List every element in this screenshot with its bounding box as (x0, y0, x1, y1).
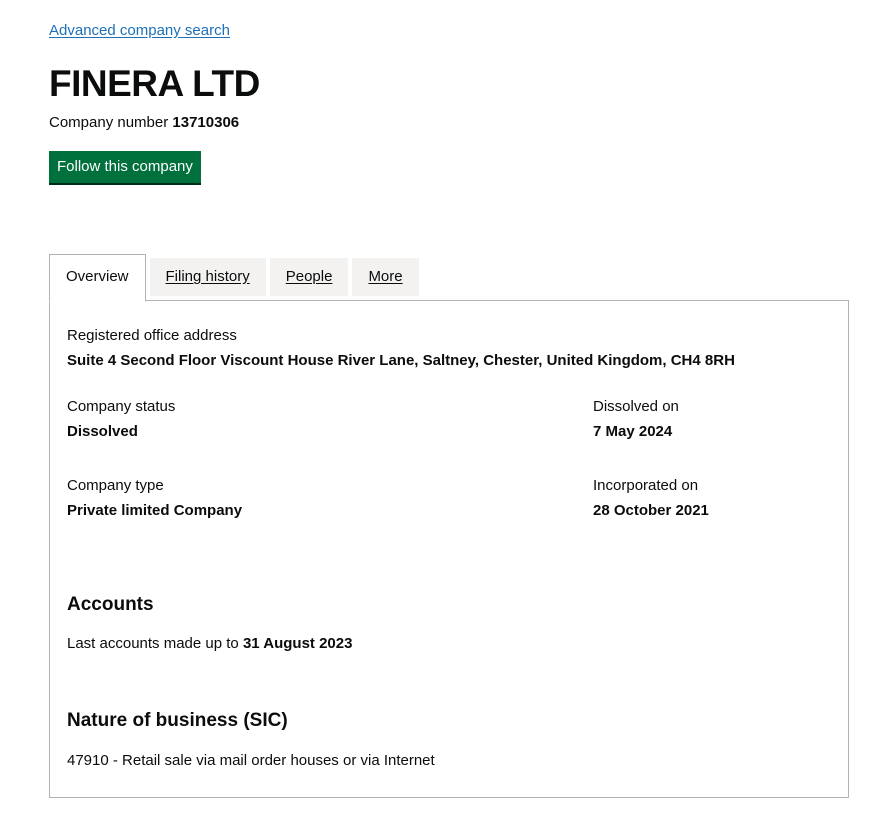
company-number: Company number 13710306 (49, 114, 239, 131)
company-status-value: Dissolved (67, 423, 138, 440)
registered-office-value: Suite 4 Second Floor Viscount House Rive… (67, 352, 735, 369)
tab-people[interactable]: People (269, 258, 349, 296)
follow-company-button[interactable]: Follow this company (49, 151, 201, 185)
incorporated-on-value: 28 October 2021 (593, 502, 709, 519)
tab-overview[interactable]: Overview (49, 254, 146, 302)
incorporated-on-label: Incorporated on (593, 477, 699, 494)
company-status-label: Company status (67, 398, 176, 415)
sic-heading: Nature of business (SIC) (67, 710, 288, 731)
advanced-search-link[interactable]: Advanced company search (49, 22, 230, 39)
company-number-value: 13710306 (172, 114, 240, 131)
company-type-value: Private limited Company (67, 502, 243, 519)
dissolved-on-value: 7 May 2024 (593, 423, 673, 440)
tab-more[interactable]: More (352, 258, 419, 296)
overview-panel: Registered office address Suite 4 Second… (49, 300, 849, 798)
company-number-label: Company number (49, 114, 169, 131)
accounts-text: Last accounts made up to 31 August 2023 (67, 635, 352, 652)
dissolved-on-label: Dissolved on (593, 398, 679, 415)
tab-filing-history[interactable]: Filing history (149, 258, 266, 296)
accounts-heading: Accounts (67, 594, 154, 615)
accounts-text-label: Last accounts made up to (67, 635, 239, 652)
company-tabs: Overview Filing history People More (49, 254, 423, 302)
company-type-label: Company type (67, 477, 164, 494)
accounts-date: 31 August 2023 (242, 635, 353, 652)
sic-text: 47910 - Retail sale via mail order house… (67, 752, 435, 769)
company-name-heading: FINERA LTD (49, 63, 260, 104)
registered-office-label: Registered office address (67, 327, 237, 344)
